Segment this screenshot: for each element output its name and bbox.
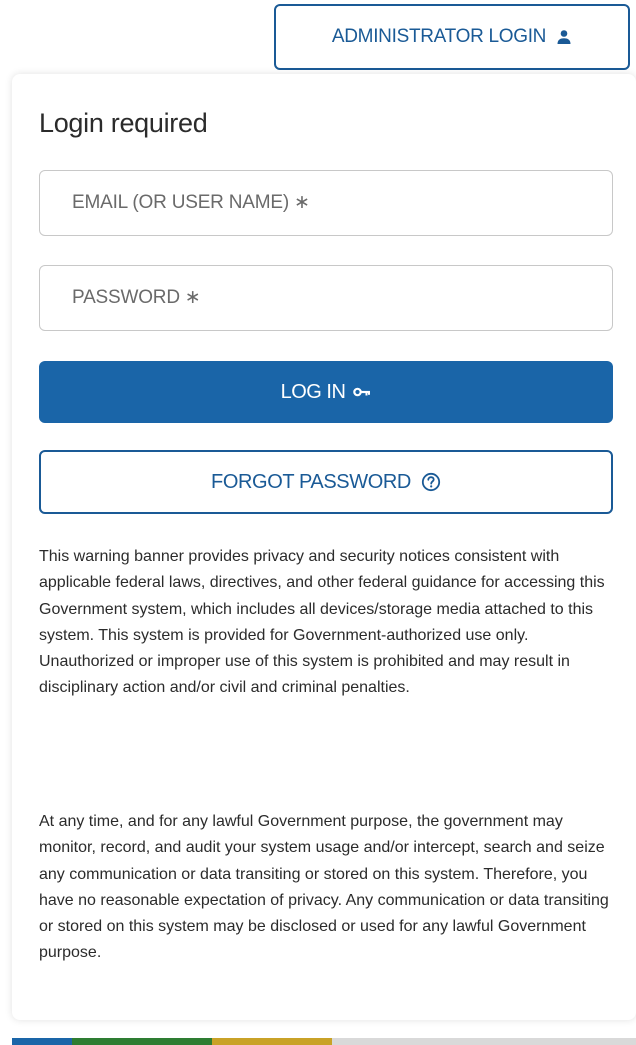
privacy-notice-paragraph-1: This warning banner provides privacy and… [39, 548, 605, 697]
login-card: Login required LOG IN FORGOT PASSWORD [12, 74, 636, 1020]
email-input[interactable] [70, 191, 612, 215]
login-button-label: LOG IN [280, 380, 346, 403]
footer-color-strip [12, 1038, 636, 1045]
key-icon [353, 386, 371, 398]
password-input[interactable] [70, 286, 612, 310]
email-field[interactable] [39, 170, 613, 236]
forgot-password-button[interactable]: FORGOT PASSWORD [39, 450, 613, 514]
help-circle-icon [421, 472, 441, 492]
login-button[interactable]: LOG IN [39, 361, 613, 423]
administrator-login-label: ADMINISTRATOR LOGIN [331, 26, 547, 47]
password-field[interactable] [39, 265, 613, 331]
person-icon [556, 29, 572, 45]
administrator-login-button[interactable]: ADMINISTRATOR LOGIN [274, 4, 630, 70]
login-page: ADMINISTRATOR LOGIN Login required LOG I… [0, 0, 636, 1045]
page-title: Login required [39, 108, 208, 138]
forgot-password-label: FORGOT PASSWORD [211, 470, 411, 493]
privacy-notice-paragraph-2: At any time, and for any lawful Governme… [39, 813, 609, 962]
